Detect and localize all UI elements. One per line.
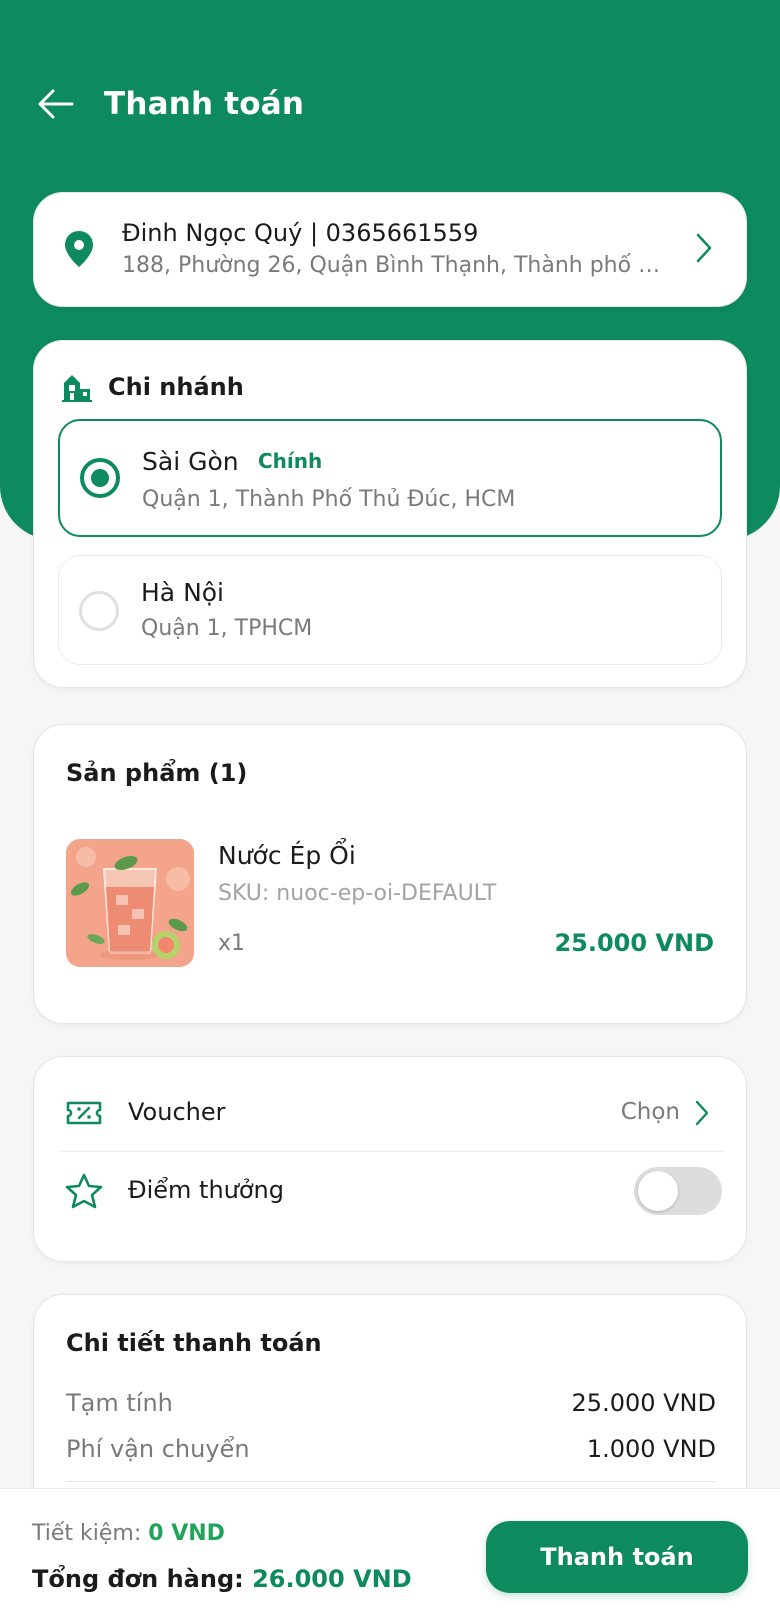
store-icon	[62, 375, 92, 402]
order-total-summary: Tổng đơn hàng: 26.000 VND	[32, 1565, 412, 1593]
voucher-ticket-icon	[66, 1101, 102, 1125]
checkout-bottom-bar: Tiết kiệm: 0 VND Tổng đơn hàng: 26.000 V…	[0, 1488, 780, 1624]
recipient-address: 188, Phường 26, Quận Bình Thạnh, Thành p…	[122, 253, 661, 278]
savings-summary: Tiết kiệm: 0 VND	[32, 1521, 225, 1546]
voucher-row[interactable]: Voucher Chọn	[58, 1074, 724, 1152]
recipient-name-phone: Đinh Ngọc Quý | 0365661559	[122, 219, 479, 247]
star-icon	[65, 1173, 103, 1209]
branch-title: Chi nhánh	[108, 373, 244, 401]
products-title: Sản phẩm (1)	[66, 759, 248, 787]
back-arrow-icon[interactable]	[36, 86, 76, 122]
products-card: Sản phẩm (1) Nước Ép Ổi SKU: nuoc-ep-oi-…	[33, 724, 747, 1024]
divider	[66, 1481, 716, 1482]
order-total-label: Tổng đơn hàng:	[32, 1565, 244, 1593]
product-image	[66, 839, 194, 967]
payment-details-title: Chi tiết thanh toán	[66, 1329, 322, 1357]
checkout-page: Thanh toán Đinh Ngọc Quý | 0365661559 18…	[0, 0, 780, 1624]
product-price: 25.000 VND	[554, 929, 714, 957]
branch-name: Sài Gòn	[142, 447, 239, 476]
discounts-card: Voucher Chọn Điểm thưởng	[33, 1056, 747, 1262]
reward-points-label: Điểm thưởng	[128, 1176, 284, 1204]
order-total-value: 26.000 VND	[252, 1565, 412, 1593]
shipping-fee-label: Phí vận chuyển	[66, 1435, 250, 1463]
branch-option-saigon[interactable]: Sài Gòn Chính Quận 1, Thành Phố Thủ Đúc,…	[58, 419, 722, 537]
reward-points-row: Điểm thưởng	[58, 1152, 724, 1230]
product-sku: SKU: nuoc-ep-oi-DEFAULT	[218, 881, 497, 906]
main-branch-badge: Chính	[258, 449, 323, 473]
voucher-choose-link[interactable]: Chọn	[621, 1099, 680, 1125]
radio-selected-icon[interactable]	[80, 458, 120, 498]
branch-address: Quận 1, Thành Phố Thủ Đúc, HCM	[142, 487, 516, 512]
subtotal-label: Tạm tính	[66, 1389, 173, 1417]
page-title: Thanh toán	[104, 86, 305, 122]
product-quantity: x1	[218, 931, 246, 956]
location-pin-icon	[65, 231, 93, 267]
top-bar: Thanh toán	[0, 72, 780, 136]
savings-label: Tiết kiệm:	[32, 1521, 142, 1546]
reward-points-toggle[interactable]	[634, 1167, 722, 1215]
branch-name: Hà Nội	[141, 578, 225, 607]
subtotal-value: 25.000 VND	[571, 1389, 716, 1417]
branch-card: Chi nhánh Sài Gòn Chính Quận 1, Thành Ph…	[33, 340, 747, 688]
voucher-label: Voucher	[128, 1098, 226, 1126]
savings-value: 0 VND	[148, 1521, 225, 1546]
chevron-right-icon	[695, 1100, 709, 1126]
shipping-fee-value: 1.000 VND	[586, 1435, 716, 1463]
chevron-right-icon	[696, 233, 712, 263]
pay-button[interactable]: Thanh toán	[486, 1521, 748, 1593]
branch-address: Quận 1, TPHCM	[141, 616, 313, 641]
product-name: Nước Ép Ổi	[218, 841, 356, 870]
branch-option-hanoi[interactable]: Hà Nội Quận 1, TPHCM	[58, 555, 722, 665]
branch-header: Chi nhánh	[60, 371, 244, 403]
delivery-address-card[interactable]: Đinh Ngọc Quý | 0365661559 188, Phường 2…	[33, 192, 747, 307]
radio-unselected-icon[interactable]	[79, 591, 119, 631]
